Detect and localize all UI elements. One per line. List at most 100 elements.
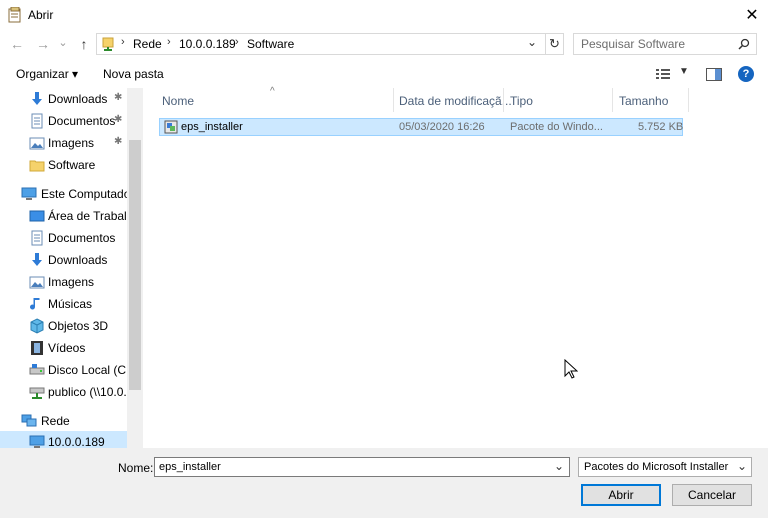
close-icon: ✕	[745, 7, 759, 24]
download-icon	[32, 92, 42, 105]
document-icon	[31, 230, 43, 246]
sort-ascending-icon: ^	[270, 86, 275, 97]
new-folder-button[interactable]: Nova pasta	[103, 67, 164, 81]
file-row[interactable]: eps_installer 05/03/2020 16:26 Pacote do…	[159, 118, 683, 136]
nav-item-disco-local[interactable]: Disco Local (C:)	[0, 359, 133, 381]
file-type: Pacote do Windo...	[510, 121, 603, 133]
pin-icon: ✱	[114, 92, 123, 103]
refresh-button[interactable]: ↻	[549, 36, 560, 52]
column-divider[interactable]	[503, 88, 504, 112]
view-dropdown-button[interactable]: ▼	[679, 66, 689, 77]
download-icon	[32, 253, 42, 266]
close-button[interactable]: ✕	[736, 0, 768, 30]
nav-item-label: Imagens	[48, 136, 95, 150]
recent-locations-button[interactable]: ⌄	[56, 32, 70, 52]
navigation-pane: Downloads ✱ Documentos ✱ Imagens ✱ Softw…	[0, 88, 143, 448]
chevron-down-icon[interactable]: ⌄	[554, 459, 564, 473]
column-header-date[interactable]: Data de modificaçã...	[399, 94, 512, 108]
file-name-value: eps_installer	[159, 461, 221, 473]
breadcrumb-separator: ›	[121, 36, 125, 48]
file-name-input[interactable]: eps_installer ⌄	[154, 457, 570, 477]
column-divider[interactable]	[688, 88, 689, 112]
arrow-left-icon: ←	[10, 36, 24, 52]
nav-item-este-computador[interactable]: Este Computador	[0, 183, 134, 205]
open-dialog-icon	[8, 7, 21, 23]
search-icon	[738, 38, 750, 50]
organize-menu[interactable]: Organizar ▾	[16, 67, 78, 81]
arrow-up-icon: ↑	[80, 36, 88, 52]
file-type-select[interactable]: Pacotes do Microsoft Installer ( ⌄	[578, 457, 752, 477]
column-header-name[interactable]: Nome	[162, 94, 194, 108]
arrow-right-icon: →	[36, 36, 50, 52]
up-button[interactable]: ↑	[74, 34, 94, 54]
nav-item-musicas[interactable]: Músicas	[0, 293, 128, 315]
nav-item-downloads-pinned[interactable]: Downloads ✱	[0, 88, 128, 110]
open-button[interactable]: Abrir	[581, 484, 661, 506]
nav-item-host[interactable]: 10.0.0.189	[0, 431, 128, 448]
search-box[interactable]: Pesquisar Software	[573, 33, 757, 55]
address-bar[interactable]: › Rede › 10.0.0.189 › Software ⌄ ↻	[96, 33, 564, 55]
nav-item-label: Downloads	[48, 92, 108, 106]
video-icon	[31, 341, 43, 355]
cube-icon	[30, 318, 44, 334]
column-header-size[interactable]: Tamanho	[619, 94, 668, 108]
nav-scroll-thumb[interactable]	[129, 140, 141, 390]
nav-item-imagens[interactable]: Imagens	[0, 271, 128, 293]
desktop-icon	[29, 210, 45, 222]
nav-item-publico[interactable]: publico (\\10.0.0	[0, 381, 133, 403]
file-date: 05/03/2020 16:26	[399, 121, 485, 133]
column-header-type[interactable]: Tipo	[510, 94, 533, 108]
breadcrumb-rede[interactable]: Rede	[133, 37, 162, 51]
nav-item-documentos-pinned[interactable]: Documentos ✱	[0, 110, 128, 132]
dialog-footer: Nome: eps_installer ⌄ Pacotes do Microso…	[0, 448, 768, 518]
nav-item-label: Imagens	[48, 275, 95, 289]
nav-item-label: Músicas	[48, 297, 93, 311]
pin-icon: ✱	[114, 136, 123, 147]
chevron-down-icon: ⌄	[737, 459, 748, 473]
nav-item-label: Este Computador	[41, 187, 135, 201]
nav-item-label: Objetos 3D	[48, 319, 109, 333]
nav-item-label: Disco Local (C:)	[48, 363, 134, 377]
column-divider[interactable]	[393, 88, 394, 112]
command-bar: Organizar ▾ Nova pasta ▼ ?	[0, 60, 768, 88]
pin-icon: ✱	[114, 114, 123, 125]
nav-item-imagens-pinned[interactable]: Imagens ✱	[0, 132, 128, 154]
breadcrumb-host[interactable]: 10.0.0.189	[179, 37, 236, 51]
image-icon	[29, 276, 45, 289]
drive-icon	[29, 364, 45, 375]
help-button[interactable]: ?	[738, 66, 754, 82]
network-folder-icon	[102, 37, 114, 51]
breadcrumb-software[interactable]: Software	[247, 37, 294, 51]
help-icon: ?	[742, 68, 750, 80]
folder-icon	[29, 160, 45, 172]
network-drive-icon	[29, 387, 45, 399]
search-input[interactable]: Pesquisar Software	[581, 37, 685, 51]
file-name: eps_installer	[181, 121, 243, 133]
music-icon	[30, 298, 40, 310]
address-divider	[545, 34, 546, 54]
chevron-down-icon: ⌄	[58, 36, 68, 49]
nav-item-downloads[interactable]: Downloads	[0, 249, 128, 271]
nav-item-rede[interactable]: Rede	[0, 410, 128, 432]
nav-item-label: Software	[48, 158, 96, 172]
nav-item-objetos-3d[interactable]: Objetos 3D	[0, 315, 128, 337]
breadcrumb-separator: ›	[167, 36, 171, 48]
cancel-button[interactable]: Cancelar	[672, 484, 752, 506]
mouse-cursor-icon	[564, 359, 578, 379]
nav-item-videos[interactable]: Vídeos	[0, 337, 128, 359]
file-size: 5.752 KB	[638, 121, 684, 133]
nav-item-label: Documentos	[48, 114, 116, 128]
title-bar: Abrir ✕	[0, 0, 768, 30]
column-divider[interactable]	[612, 88, 613, 112]
preview-pane-icon[interactable]	[706, 68, 722, 81]
view-options-icon[interactable]	[656, 68, 672, 80]
nav-item-documentos[interactable]: Documentos	[0, 227, 128, 249]
address-history-button[interactable]: ⌄	[527, 35, 537, 49]
refresh-icon: ↻	[549, 36, 560, 51]
back-button[interactable]: ←	[7, 34, 27, 54]
forward-button[interactable]: →	[33, 34, 53, 54]
nav-item-area-de-trabalho[interactable]: Área de Trabalho	[0, 205, 140, 227]
nav-item-label: Documentos	[48, 231, 116, 245]
file-type-value: Pacotes do Microsoft Installer (	[584, 461, 732, 473]
nav-item-software[interactable]: Software	[0, 154, 128, 176]
